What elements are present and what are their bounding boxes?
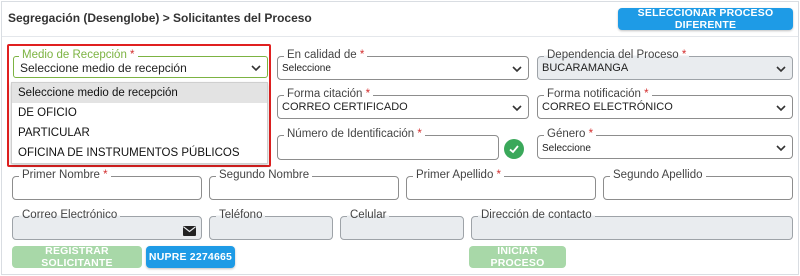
medio-recepcion-label: Medio de Recepción * <box>19 48 138 62</box>
celular-label: Celular <box>347 208 390 222</box>
forma-notificacion-select[interactable]: Forma notificación * CORREO ELECTRÓNICO <box>537 87 793 119</box>
chevron-down-icon <box>775 141 787 153</box>
direccion-contacto-input[interactable]: Dirección de contacto <box>471 208 793 240</box>
check-circle-icon <box>504 139 524 159</box>
chevron-down-icon <box>775 62 787 74</box>
medio-recepcion-select[interactable]: Medio de Recepción * Seleccione medio de… <box>13 48 268 78</box>
numero-identificacion-input[interactable]: Número de Identificación * <box>277 127 499 160</box>
correo-electronico-input[interactable]: Correo Electrónico <box>12 208 202 240</box>
forma-notificacion-label: Forma notificación * <box>544 87 652 101</box>
dependencia-value: BUCARAMANGA <box>542 62 629 74</box>
segundo-nombre-input[interactable]: Segundo Nombre <box>209 168 399 200</box>
celular-input[interactable]: Celular <box>340 208 464 240</box>
forma-citacion-select[interactable]: Forma citación * CORREO CERTIFICADO <box>277 87 529 119</box>
chevron-down-icon <box>775 101 787 113</box>
medio-recepcion-dropdown: Seleccione medio de recepción DE OFICIO … <box>11 82 268 164</box>
dropdown-option[interactable]: DE OFICIO <box>12 103 267 123</box>
header-divider <box>2 36 798 37</box>
chevron-down-icon <box>250 61 262 73</box>
primer-nombre-input[interactable]: Primer Nombre * <box>12 168 202 200</box>
nupre-button[interactable]: NUPRE 2274665 <box>146 246 235 268</box>
segundo-apellido-label: Segundo Apellido <box>610 168 706 182</box>
medio-recepcion-value: Seleccione medio de recepción <box>20 61 187 75</box>
en-calidad-de-select[interactable]: En calidad de * Seleccione <box>277 48 529 80</box>
solicitantes-panel: Segregación (Desenglobe) > Solicitantes … <box>1 1 799 275</box>
page-title: Segregación (Desenglobe) > Solicitantes … <box>8 11 312 25</box>
forma-citacion-value: CORREO CERTIFICADO <box>282 101 408 113</box>
telefono-label: Teléfono <box>216 208 266 222</box>
genero-select[interactable]: Género * Seleccione <box>537 127 793 159</box>
telefono-input[interactable]: Teléfono <box>209 208 333 240</box>
select-other-process-button[interactable]: SELECCIONAR PROCESO DIFERENTE <box>618 7 793 31</box>
correo-electronico-label: Correo Electrónico <box>19 208 121 222</box>
dropdown-option[interactable]: PARTICULAR <box>12 123 267 143</box>
numero-identificacion-label: Número de Identificación * <box>284 127 425 141</box>
direccion-contacto-label: Dirección de contacto <box>478 208 595 222</box>
forma-citacion-label: Forma citación * <box>284 87 374 101</box>
en-calidad-de-value: Seleccione <box>282 63 331 74</box>
envelope-icon <box>183 223 196 236</box>
forma-notificacion-value: CORREO ELECTRÓNICO <box>542 101 673 113</box>
primer-apellido-label: Primer Apellido * <box>413 168 505 182</box>
genero-value: Seleccione <box>542 143 591 154</box>
dependencia-select[interactable]: Dependencia del Proceso * BUCARAMANGA <box>537 48 793 80</box>
chevron-down-icon <box>511 101 523 113</box>
segundo-apellido-input[interactable]: Segundo Apellido <box>603 168 793 200</box>
iniciar-proceso-button[interactable]: INICIAR PROCESO <box>469 245 566 269</box>
dropdown-option[interactable]: OFICINA DE INSTRUMENTOS PÚBLICOS <box>12 143 267 163</box>
segundo-nombre-label: Segundo Nombre <box>216 168 313 182</box>
primer-nombre-label: Primer Nombre * <box>19 168 111 182</box>
genero-label: Género * <box>544 127 597 141</box>
chevron-down-icon <box>511 62 523 74</box>
en-calidad-de-label: En calidad de * <box>284 48 368 62</box>
dropdown-option[interactable]: Seleccione medio de recepción <box>12 83 267 103</box>
dependencia-label: Dependencia del Proceso * <box>544 48 690 62</box>
primer-apellido-input[interactable]: Primer Apellido * <box>406 168 596 200</box>
registrar-solicitante-button[interactable]: REGISTRAR SOLICITANTE <box>12 245 142 269</box>
